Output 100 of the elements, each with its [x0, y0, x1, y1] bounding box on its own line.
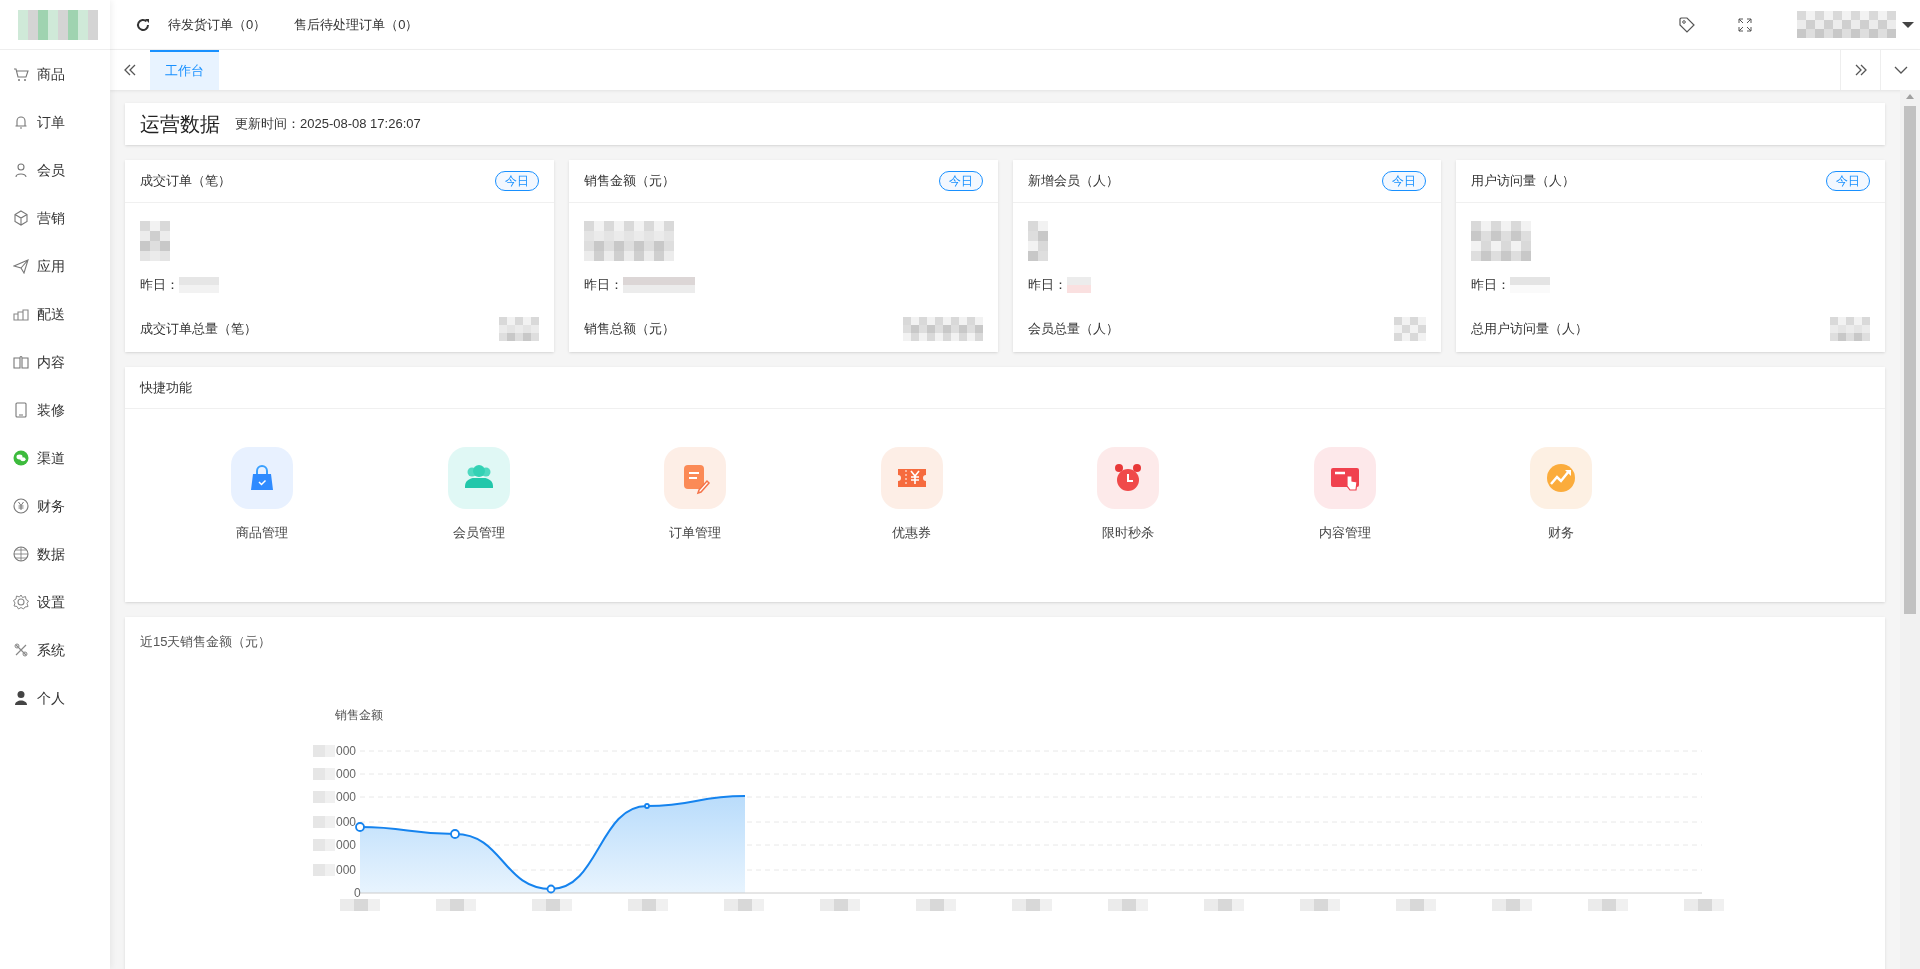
- yesterday-label: 昨日：: [1471, 276, 1511, 294]
- data-point: [450, 829, 460, 839]
- card-title: 销售金额（元）: [583, 172, 675, 191]
- order-link[interactable]: 售后待处理订单（0）: [294, 14, 419, 35]
- double-chevron-right-icon: [1853, 63, 1868, 77]
- sidebar-item[interactable]: 应用: [0, 242, 110, 290]
- sidebar-item[interactable]: 数据: [0, 530, 110, 578]
- sidebar-item[interactable]: 财务: [0, 482, 110, 530]
- yesterday-label: 昨日：: [1027, 276, 1067, 294]
- axis-title: 销售金额: [335, 708, 383, 722]
- blurred-block: [179, 276, 219, 293]
- card-title: 成交订单（笔）: [140, 172, 231, 191]
- blurred-block: [498, 316, 539, 341]
- card-title: 用户访问量（人）: [1471, 172, 1576, 191]
- total-label: 总用户访问量（人）: [1471, 319, 1589, 338]
- axis-tick-label: 0: [354, 886, 361, 900]
- caret-icon[interactable]: [1902, 20, 1914, 29]
- book-icon: [13, 354, 29, 370]
- total-label: 会员总量（人）: [1027, 319, 1119, 338]
- blurred-block: [1012, 899, 1052, 911]
- quick-function-button[interactable]: 订单管理: [587, 447, 804, 543]
- yesterday-label: 昨日：: [140, 276, 179, 294]
- blurred-block: [1471, 221, 1532, 261]
- sidebar-item[interactable]: 订单: [0, 98, 110, 146]
- sidebar-item[interactable]: 装修: [0, 386, 110, 434]
- blurred-block: [313, 745, 335, 757]
- blurred-block: [1204, 899, 1244, 911]
- today-badge: 今日: [1382, 171, 1427, 191]
- data-point: [644, 803, 650, 809]
- quick-function-button[interactable]: 限时秒杀: [1020, 447, 1237, 543]
- blurred-block: [1108, 899, 1148, 911]
- blurred-block: [313, 791, 335, 803]
- phone-icon: [13, 402, 29, 418]
- today-badge: 今日: [938, 171, 983, 191]
- blurred-block: [1830, 316, 1870, 341]
- sidebar-item[interactable]: 商品: [0, 50, 110, 98]
- quick-function-button[interactable]: 会员管理: [370, 447, 587, 543]
- blurred-block: [532, 899, 572, 911]
- data-point: [546, 884, 556, 894]
- cube-icon: [13, 210, 29, 226]
- sidebar-item[interactable]: 渠道: [0, 434, 110, 482]
- blurred-block: [628, 899, 668, 911]
- blurred-block: [1396, 899, 1436, 911]
- sidebar-item[interactable]: 营销: [0, 194, 110, 242]
- today-badge: 今日: [494, 171, 539, 191]
- sidebar-item[interactable]: 配送: [0, 290, 110, 338]
- person-icon: [13, 162, 29, 178]
- blurred-block: [340, 899, 380, 911]
- refresh-icon[interactable]: [135, 16, 151, 33]
- settings-icon: [13, 594, 29, 610]
- card-title: 快捷功能: [140, 378, 192, 397]
- quick-function-button[interactable]: 商品管理: [154, 447, 371, 543]
- blurred-block: [140, 221, 170, 261]
- axis-tick-label: 000: [336, 815, 357, 829]
- sidebar-item[interactable]: 系统: [0, 626, 110, 674]
- tag-icon[interactable]: [1678, 15, 1696, 34]
- blurred-block: [1027, 221, 1048, 261]
- blurred-block: [313, 864, 335, 876]
- quick-function-button[interactable]: 财务: [1453, 447, 1670, 543]
- paper-plane-icon: [13, 258, 29, 274]
- axis-tick-label: 000: [336, 863, 357, 877]
- blurred-block: [1300, 899, 1340, 911]
- blurred-block: [436, 899, 476, 911]
- blurred-block: [724, 899, 764, 911]
- bell-icon: [13, 114, 29, 130]
- blurred-block: [1492, 899, 1532, 911]
- scrollbar[interactable]: [1900, 90, 1920, 969]
- card-title: 新增会员（人）: [1027, 172, 1119, 191]
- blurred-block: [820, 899, 860, 911]
- axis-tick-label: 000: [336, 767, 357, 781]
- total-label: 成交订单总量（笔）: [140, 319, 257, 338]
- blurred-block: [916, 899, 956, 911]
- blurred-block: [313, 768, 335, 780]
- blurred-block: [1588, 899, 1628, 911]
- blurred-block: [313, 816, 335, 828]
- sidebar-item[interactable]: 设置: [0, 578, 110, 626]
- quick-function-button[interactable]: 内容管理: [1236, 447, 1453, 543]
- axis-tick-label: 000: [336, 790, 357, 804]
- bars-icon: [13, 306, 29, 322]
- blurred-block: [1510, 276, 1551, 293]
- quick-function-button[interactable]: 优惠券: [803, 447, 1020, 543]
- total-label: 销售总额（元）: [583, 319, 675, 338]
- sidebar-item[interactable]: 内容: [0, 338, 110, 386]
- sidebar-item[interactable]: 个人: [0, 674, 110, 722]
- axis-tick-label: 000: [336, 838, 357, 852]
- fullscreen-icon[interactable]: [1738, 17, 1752, 32]
- globe-icon: [13, 546, 29, 562]
- order-link[interactable]: 待发货订单（0）: [168, 14, 267, 35]
- sidebar-item[interactable]: 会员: [0, 146, 110, 194]
- axis-tick-label: 000: [336, 744, 357, 758]
- update-time: 更新时间：2025-08-08 17:26:07: [235, 115, 421, 134]
- chat-bubbles-icon: [13, 450, 29, 466]
- today-badge: 今日: [1826, 171, 1870, 191]
- card-title: 近15天销售金额（元）: [140, 633, 272, 652]
- yesterday-label: 昨日：: [583, 276, 623, 294]
- yen-icon: [13, 498, 29, 514]
- blurred-block: [1066, 276, 1091, 293]
- cart-icon: [13, 66, 29, 82]
- page-title: 运营数据: [140, 112, 220, 137]
- blurred-block: [1394, 316, 1427, 341]
